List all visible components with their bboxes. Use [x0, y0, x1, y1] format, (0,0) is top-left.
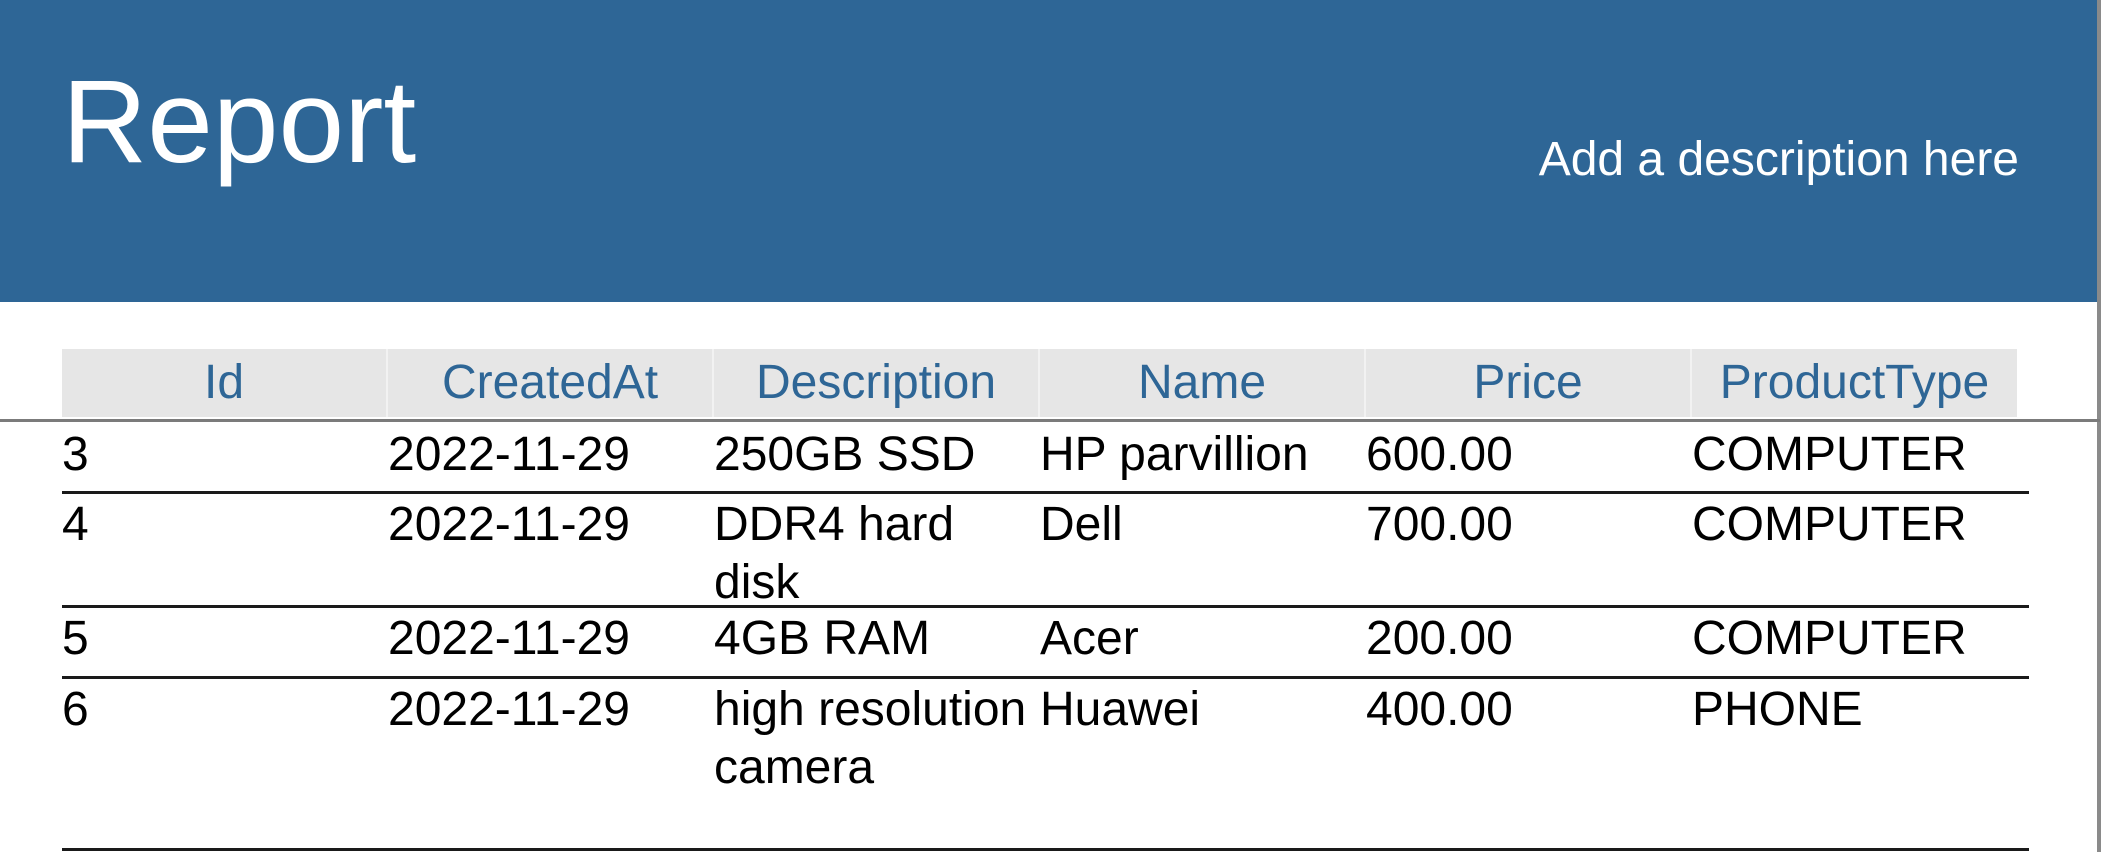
cell-price: 400.00 — [1366, 683, 1513, 736]
page-edge-divider — [2097, 0, 2101, 852]
table-body: 3 2022-11-29 250GB SSD HP parvillion 600… — [62, 424, 2029, 851]
cell-price: 600.00 — [1366, 428, 1513, 481]
column-header-description: Description — [714, 349, 1040, 417]
cell-id: 4 — [62, 498, 89, 551]
table-row: 5 2022-11-29 4GB RAM Acer 200.00 COMPUTE… — [62, 608, 2029, 679]
report-description: Add a description here — [1538, 133, 2019, 186]
cell-description: DDR4 hard disk — [714, 498, 955, 609]
cell-price: 700.00 — [1366, 498, 1513, 551]
table-row: 4 2022-11-29 DDR4 hard disk Dell 700.00 … — [62, 494, 2029, 609]
report-title: Report — [62, 56, 417, 188]
cell-createdat: 2022-11-29 — [388, 683, 630, 736]
table-row: 6 2022-11-29 high resolution camera Huaw… — [62, 679, 2029, 851]
cell-name: Acer — [1040, 612, 1139, 665]
cell-id: 6 — [62, 683, 89, 736]
cell-createdat: 2022-11-29 — [388, 428, 630, 481]
report-banner: Report Add a description here — [0, 0, 2097, 302]
cell-description: 4GB RAM — [714, 612, 931, 665]
column-header-createdat: CreatedAt — [388, 349, 714, 417]
cell-name: Huawei — [1040, 683, 1201, 736]
cell-createdat: 2022-11-29 — [388, 612, 630, 665]
cell-price: 200.00 — [1366, 612, 1513, 665]
cell-createdat: 2022-11-29 — [388, 498, 630, 551]
table-row: 3 2022-11-29 250GB SSD HP parvillion 600… — [62, 424, 2029, 494]
cell-description: 250GB SSD — [714, 428, 976, 481]
column-header-name: Name — [1040, 349, 1366, 417]
column-header-price: Price — [1366, 349, 1692, 417]
column-header-id: Id — [62, 349, 388, 417]
cell-id: 5 — [62, 612, 89, 665]
column-header-producttype: ProductType — [1692, 349, 2017, 417]
cell-name: Dell — [1040, 498, 1123, 551]
cell-description: high resolution camera — [714, 683, 1027, 794]
cell-producttype: PHONE — [1692, 683, 1863, 736]
table-header: Id CreatedAt Description Name Price Prod… — [62, 349, 2017, 417]
cell-producttype: COMPUTER — [1692, 612, 1967, 665]
report-page: Report Add a description here Id Created… — [0, 0, 2105, 852]
cell-id: 3 — [62, 428, 89, 481]
cell-producttype: COMPUTER — [1692, 428, 1967, 481]
cell-name: HP parvillion — [1040, 428, 1309, 481]
header-divider — [0, 419, 2100, 422]
cell-producttype: COMPUTER — [1692, 498, 1967, 551]
